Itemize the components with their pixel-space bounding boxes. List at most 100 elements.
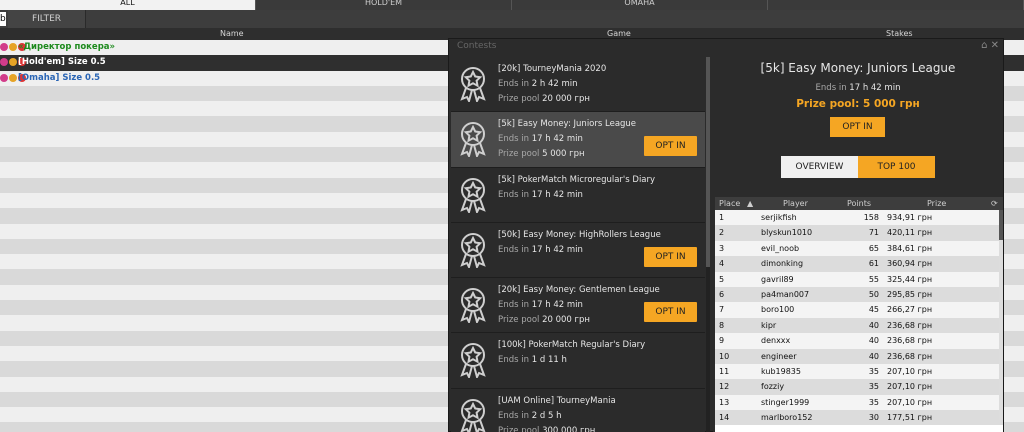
prize-cell: 236,68 грн <box>887 351 933 361</box>
contest-ends: Ends in 2 h 42 min <box>498 79 578 89</box>
player-cell: blyskun1010 <box>761 228 813 238</box>
table-name: «Директор покера» <box>18 42 116 52</box>
tab-omaha[interactable]: OMAHA <box>512 0 768 10</box>
opt-in-button[interactable]: OPT IN <box>644 246 697 267</box>
prize-cell: 177,51 грн <box>887 413 933 423</box>
leaderboard-row[interactable]: 13 stinger1999 35 207,10 грн <box>715 394 1003 411</box>
points-cell: 35 <box>868 382 879 392</box>
opt-in-button[interactable]: OPT IN <box>644 302 697 323</box>
leaderboard-row[interactable]: 3 evil_noob 65 384,61 грн <box>715 240 1003 257</box>
contest-item[interactable]: [UAM Online] TourneyMania Ends in 2 d 5 h… <box>451 388 705 432</box>
medal-icon <box>457 398 489 432</box>
points-cell: 35 <box>868 366 879 376</box>
table-name: [Hold'em] Size 0.5 <box>18 57 106 68</box>
leaderboard-row[interactable]: 1 serjikfish 158 934,91 грн <box>715 210 1003 226</box>
player-cell: serjikfish <box>761 213 797 222</box>
refresh-icon[interactable]: ⟳ <box>991 197 998 210</box>
place-cell: 1 <box>719 213 725 222</box>
contest-ends: Ends in 17 h 42 min <box>498 300 583 311</box>
contest-name: [100k] PokerMatch Regular's Diary <box>498 340 646 351</box>
leaderboard-row[interactable]: 5 gavril89 55 325,44 грн <box>715 271 1003 287</box>
prize-cell: 934,91 грн <box>887 213 933 222</box>
game-type-tabs: ALL HOLD'EM OMAHA <box>0 0 1024 10</box>
place-cell: 14 <box>719 413 730 423</box>
prize-cell: 420,11 грн <box>887 228 933 238</box>
place-cell: 2 <box>719 228 725 238</box>
contest-name: [20k] TourneyMania 2020 <box>498 64 607 74</box>
header-prize[interactable]: Prize <box>927 197 946 210</box>
tab-overview[interactable]: OVERVIEW <box>781 156 858 178</box>
leaderboard-row[interactable]: 9 denxxx 40 236,68 грн <box>715 333 1003 349</box>
player-cell: stinger1999 <box>761 397 810 407</box>
player-cell: kipr <box>761 320 777 330</box>
contest-item[interactable]: [5k] PokerMatch Microregular's Diary Ends… <box>451 167 705 223</box>
detail-opt-in-button[interactable]: OPT IN <box>830 117 885 137</box>
search-fragment[interactable]: b <box>0 12 6 26</box>
contest-ends: Ends in 1 d 11 h <box>498 355 567 366</box>
column-name[interactable]: Name <box>220 28 244 40</box>
contest-item[interactable]: [20k] TourneyMania 2020 Ends in 2 h 42 mi… <box>451 57 705 113</box>
contest-prize: Prize pool 20 000 грн <box>498 315 590 326</box>
contest-item[interactable]: [20k] Easy Money: Gentlemen League Ends i… <box>451 278 705 334</box>
tab-holdem[interactable]: HOLD'EM <box>256 0 512 10</box>
prize-cell: 360,94 грн <box>887 259 933 269</box>
points-cell: 40 <box>868 336 879 346</box>
filter-bar: b FILTER <box>0 10 1024 28</box>
leaderboard-scrollbar[interactable] <box>999 210 1003 420</box>
contest-name: [50k] Easy Money: HighRollers League <box>498 229 661 240</box>
tab-other[interactable] <box>768 0 1024 10</box>
contest-prize: Prize pool 5 000 грн <box>498 149 585 160</box>
leaderboard-row[interactable]: 14 marlboro152 30 177,51 грн <box>715 410 1003 426</box>
points-cell: 50 <box>868 289 879 299</box>
contest-item[interactable]: [50k] Easy Money: HighRollers League Ends… <box>451 222 705 279</box>
contest-ends: Ends in 17 h 42 min <box>498 189 583 200</box>
leaderboard-row[interactable]: 7 boro100 45 266,27 грн <box>715 302 1003 318</box>
medal-icon <box>457 232 489 270</box>
leaderboard-row[interactable]: 10 engineer 40 236,68 грн <box>715 348 1003 364</box>
prize-cell: 236,68 грн <box>887 320 933 330</box>
place-cell: 7 <box>719 305 725 315</box>
place-cell: 4 <box>719 259 725 269</box>
detail-tabs: OVERVIEW TOP 100 <box>781 156 935 178</box>
opt-in-button[interactable]: OPT IN <box>644 136 697 157</box>
points-cell: 55 <box>868 274 879 284</box>
tab-top-100[interactable]: TOP 100 <box>858 156 935 178</box>
contests-title: Contests <box>457 41 497 51</box>
place-cell: 11 <box>719 366 730 376</box>
player-cell: fozziy <box>761 382 785 392</box>
contest-item[interactable]: [100k] PokerMatch Regular's Diary Ends in… <box>451 333 705 389</box>
leaderboard-table: Place ▲ Player Points Prize ⟳ 1 serjikfis… <box>715 197 1003 432</box>
leaderboard-row[interactable]: 6 pa4man007 50 295,85 грн <box>715 286 1003 303</box>
filter-button[interactable]: FILTER <box>8 10 86 28</box>
detail-title: [5k] Easy Money: Juniors League <box>760 61 956 75</box>
contest-ends: Ends in 17 h 42 min <box>498 244 583 255</box>
prize-cell: 207,10 грн <box>887 366 933 376</box>
leaderboard-row[interactable]: 2 blyskun1010 71 420,11 грн <box>715 225 1003 241</box>
place-cell: 6 <box>719 289 725 299</box>
tab-all[interactable]: ALL <box>0 0 256 10</box>
header-points[interactable]: Points <box>847 197 871 210</box>
contests-window: Contests ⌂ ✕ [20k] TourneyMania 2020 Ends… <box>448 38 1004 432</box>
contest-list-scrollbar[interactable] <box>706 57 710 432</box>
leaderboard-row[interactable]: 4 dimonking 61 360,94 грн <box>715 256 1003 272</box>
medal-icon <box>457 177 489 215</box>
contest-item[interactable]: [5k] Easy Money: Juniors League Ends in 1… <box>451 112 705 168</box>
window-controls[interactable]: ⌂ ✕ <box>981 40 999 51</box>
place-cell: 12 <box>719 382 730 392</box>
contest-name: [20k] Easy Money: Gentlemen League <box>498 285 660 296</box>
medal-icon <box>457 66 489 104</box>
header-place[interactable]: Place <box>719 197 740 210</box>
place-cell: 13 <box>719 397 730 407</box>
sort-asc-icon[interactable]: ▲ <box>747 197 753 210</box>
prize-cell: 325,44 грн <box>887 274 933 284</box>
prize-cell: 236,68 грн <box>887 336 933 346</box>
leaderboard-row[interactable]: 8 kipr 40 236,68 грн <box>715 317 1003 334</box>
contest-name: [UAM Online] TourneyMania <box>498 395 616 406</box>
leaderboard-row[interactable]: 12 fozziy 35 207,10 грн <box>715 379 1003 395</box>
player-cell: evil_noob <box>761 243 800 253</box>
player-cell: denxxx <box>761 336 791 346</box>
medal-icon <box>457 342 489 381</box>
leaderboard-row[interactable]: 11 kub19835 35 207,10 грн <box>715 363 1003 380</box>
header-player[interactable]: Player <box>783 197 808 210</box>
medal-icon <box>457 121 489 160</box>
